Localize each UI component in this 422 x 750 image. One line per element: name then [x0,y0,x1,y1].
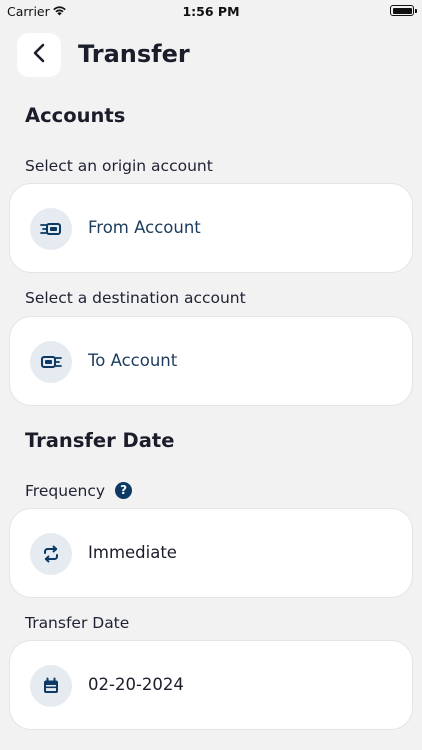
destination-account-label: Select a destination account [25,289,246,307]
frequency-selector[interactable]: Immediate [9,508,413,598]
help-icon[interactable]: ? [115,481,133,499]
repeat-icon [30,533,72,575]
origin-account-label: Select an origin account [25,157,213,175]
frequency-label: Frequency [25,482,106,500]
money-out-icon [30,208,72,250]
transfer-date-value: 02-20-2024 [88,675,184,694]
to-account-selector[interactable]: To Account [9,316,413,406]
clock-time: 1:56 PM [182,4,240,19]
battery-icon [390,5,417,16]
frequency-value: Immediate [88,543,177,562]
back-button[interactable] [17,33,61,77]
status-bar: Carrier 1:56 PM [0,0,422,22]
calendar-icon [30,665,72,707]
chevron-left-icon [31,43,47,67]
transfer-date-section-title: Transfer Date [25,429,175,452]
page-title: Transfer [78,40,190,68]
accounts-section-title: Accounts [25,104,126,127]
frequency-label-row: Frequency? [25,481,133,500]
to-account-placeholder: To Account [88,351,178,370]
from-account-placeholder: From Account [88,218,201,237]
transfer-date-picker[interactable]: 02-20-2024 [9,640,413,730]
money-in-icon [30,341,72,383]
from-account-selector[interactable]: From Account [9,183,413,273]
transfer-date-label: Transfer Date [25,614,130,632]
